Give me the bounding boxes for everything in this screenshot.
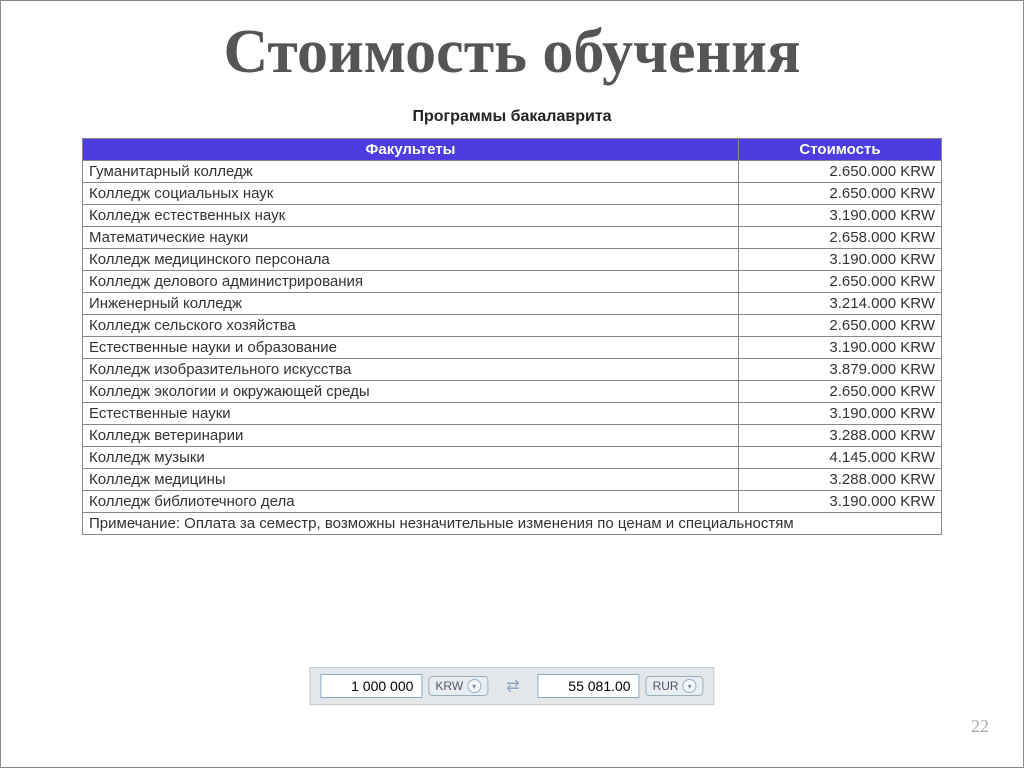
faculty-cell: Естественные науки <box>83 403 739 425</box>
page-number: 22 <box>971 716 989 737</box>
cost-cell: 3.879.000 KRW <box>739 359 942 381</box>
table-row: Колледж экологии и окружающей среды2.650… <box>83 381 942 403</box>
header-cost: Стоимость <box>739 139 942 161</box>
cost-cell: 3.190.000 KRW <box>739 205 942 227</box>
table-row: Математические науки2.658.000 KRW <box>83 227 942 249</box>
table-row: Колледж музыки4.145.000 KRW <box>83 447 942 469</box>
table-row: Колледж ветеринарии3.288.000 KRW <box>83 425 942 447</box>
converter-from: 1 000 000 KRW ▾ <box>320 674 488 698</box>
faculty-cell: Колледж библиотечного дела <box>83 491 739 513</box>
table-row: Инженерный колледж3.214.000 KRW <box>83 293 942 315</box>
converter-to-currency-label: RUR <box>653 679 679 693</box>
faculty-cell: Колледж медицины <box>83 469 739 491</box>
table-row: Колледж библиотечного дела3.190.000 KRW <box>83 491 942 513</box>
table-row: Естественные науки и образование3.190.00… <box>83 337 942 359</box>
table-row: Естественные науки3.190.000 KRW <box>83 403 942 425</box>
table-header-row: Факультеты Стоимость <box>83 139 942 161</box>
table-note: Примечание: Оплата за семестр, возможны … <box>83 513 942 535</box>
header-faculty: Факультеты <box>83 139 739 161</box>
faculty-cell: Гуманитарный колледж <box>83 161 739 183</box>
faculty-cell: Колледж изобразительного искусства <box>83 359 739 381</box>
slide: Стоимость обучения Программы бакалаврита… <box>0 0 1024 768</box>
swap-icon[interactable]: ⇄ <box>506 676 519 696</box>
converter-from-input[interactable]: 1 000 000 <box>320 674 422 698</box>
faculty-cell: Колледж музыки <box>83 447 739 469</box>
cost-cell: 3.190.000 KRW <box>739 249 942 271</box>
faculty-cell: Колледж экологии и окружающей среды <box>83 381 739 403</box>
chevron-down-icon: ▾ <box>467 679 481 693</box>
table-row: Колледж делового администрирования2.650.… <box>83 271 942 293</box>
faculty-cell: Естественные науки и образование <box>83 337 739 359</box>
converter-from-currency[interactable]: KRW ▾ <box>428 676 488 696</box>
cost-cell: 3.214.000 KRW <box>739 293 942 315</box>
faculty-cell: Колледж естественных наук <box>83 205 739 227</box>
converter-to-input[interactable]: 55 081.00 <box>538 674 640 698</box>
faculty-cell: Колледж делового администрирования <box>83 271 739 293</box>
page-title: Стоимость обучения <box>1 17 1023 88</box>
faculty-cell: Колледж сельского хозяйства <box>83 315 739 337</box>
cost-cell: 3.190.000 KRW <box>739 491 942 513</box>
cost-cell: 2.650.000 KRW <box>739 315 942 337</box>
cost-cell: 2.650.000 KRW <box>739 183 942 205</box>
cost-cell: 3.288.000 KRW <box>739 425 942 447</box>
cost-cell: 2.650.000 KRW <box>739 161 942 183</box>
subtitle: Программы бакалаврита <box>1 108 1023 126</box>
cost-cell: 3.190.000 KRW <box>739 403 942 425</box>
table-row: Колледж сельского хозяйства2.650.000 KRW <box>83 315 942 337</box>
table-row: Колледж медицинского персонала3.190.000 … <box>83 249 942 271</box>
cost-cell: 2.650.000 KRW <box>739 271 942 293</box>
converter-to-currency[interactable]: RUR ▾ <box>646 676 704 696</box>
table-note-row: Примечание: Оплата за семестр, возможны … <box>83 513 942 535</box>
table-row: Колледж медицины3.288.000 KRW <box>83 469 942 491</box>
cost-cell: 3.288.000 KRW <box>739 469 942 491</box>
cost-cell: 2.650.000 KRW <box>739 381 942 403</box>
faculty-cell: Математические науки <box>83 227 739 249</box>
chevron-down-icon: ▾ <box>683 679 697 693</box>
cost-cell: 3.190.000 KRW <box>739 337 942 359</box>
faculty-cell: Колледж социальных наук <box>83 183 739 205</box>
table-row: Гуманитарный колледж2.650.000 KRW <box>83 161 942 183</box>
converter-from-currency-label: KRW <box>435 679 463 693</box>
faculty-cell: Инженерный колледж <box>83 293 739 315</box>
converter-to: 55 081.00 RUR ▾ <box>538 674 704 698</box>
table-row: Колледж социальных наук2.650.000 KRW <box>83 183 942 205</box>
currency-converter: 1 000 000 KRW ▾ ⇄ 55 081.00 RUR ▾ <box>309 667 714 705</box>
faculty-cell: Колледж медицинского персонала <box>83 249 739 271</box>
table-row: Колледж естественных наук3.190.000 KRW <box>83 205 942 227</box>
cost-cell: 4.145.000 KRW <box>739 447 942 469</box>
cost-table-wrap: Факультеты Стоимость Гуманитарный коллед… <box>82 138 942 535</box>
faculty-cell: Колледж ветеринарии <box>83 425 739 447</box>
table-row: Колледж изобразительного искусства3.879.… <box>83 359 942 381</box>
cost-table: Факультеты Стоимость Гуманитарный коллед… <box>82 138 942 535</box>
cost-cell: 2.658.000 KRW <box>739 227 942 249</box>
